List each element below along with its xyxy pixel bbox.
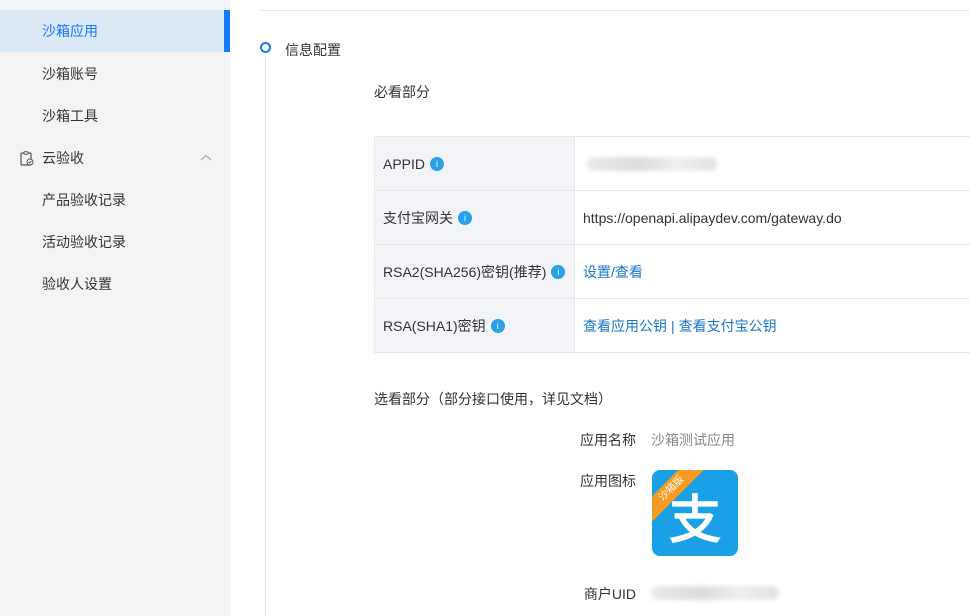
link-separator: | [671,317,675,334]
timeline-dot [260,42,271,53]
rsa2-settings-link[interactable]: 设置/查看 [583,262,643,282]
key-label: RSA2(SHA256)密钥(推荐) [383,263,547,280]
sidebar-item-label: 活动验收记录 [42,234,126,250]
sidebar-item-acceptor-settings[interactable]: 验收人设置 [0,263,230,305]
sidebar-item-activity-acceptance[interactable]: 活动验收记录 [0,221,230,263]
sidebar-item-product-acceptance[interactable]: 产品验收记录 [0,179,230,221]
key-label: APPID [383,155,426,172]
sidebar-item-label: 沙箱账号 [42,66,98,82]
info-icon[interactable]: i [551,264,566,279]
view-app-public-key-link[interactable]: 查看应用公钥 [583,316,667,336]
row-key: APPID i [375,137,575,190]
appid-value [575,137,970,190]
info-icon[interactable]: i [458,210,472,225]
rsa-value: 查看应用公钥 | 查看支付宝公钥 [575,299,970,352]
redacted-appid [587,156,717,171]
app-icon: 支 沙箱版 [652,470,738,556]
sidebar-group-label: 云验收 [42,150,84,166]
sidebar-item-sandbox-app[interactable]: 沙箱应用 [0,10,230,52]
required-section-title: 必看部分 [374,84,430,100]
sidebar: 沙箱应用 沙箱账号 沙箱工具 云验收 产品验收记录 活动验收记录 验收人设置 [0,0,230,616]
sidebar-item-sandbox-tools[interactable]: 沙箱工具 [0,95,230,137]
sidebar-item-label: 沙箱应用 [42,23,98,39]
section-title: 信息配置 [285,42,341,58]
sidebar-group-cloud-acceptance[interactable]: 云验收 [0,137,230,179]
main-content: 信息配置 必看部分 APPID i 支付宝网关 i https://openap… [230,0,970,616]
svg-text:支: 支 [669,491,721,551]
merchant-uid-value [651,586,779,603]
config-table: APPID i 支付宝网关 i https://openapi.alipayde… [374,136,970,353]
table-row: RSA(SHA1)密钥 i 查看应用公钥 | 查看支付宝公钥 [375,299,970,353]
table-row: 支付宝网关 i https://openapi.alipaydev.com/ga… [375,191,970,245]
row-key: 支付宝网关 i [375,191,575,244]
app-icon-label: 应用图标 [580,473,636,489]
chevron-up-icon[interactable] [200,153,212,163]
row-key: RSA(SHA1)密钥 i [375,299,575,352]
gateway-value: https://openapi.alipaydev.com/gateway.do [583,209,842,226]
sidebar-item-label: 产品验收记录 [42,192,126,208]
key-label: 支付宝网关 [383,209,453,226]
table-row: RSA2(SHA256)密钥(推荐) i 设置/查看 [375,245,970,299]
clipboard-check-icon [20,151,34,166]
merchant-uid-label: 商户UID [583,586,636,602]
key-label: RSA(SHA1)密钥 [383,317,486,334]
app-name-label: 应用名称 [580,432,636,448]
info-icon[interactable]: i [430,156,445,171]
view-alipay-public-key-link[interactable]: 查看支付宝公钥 [679,316,777,336]
divider [260,10,970,11]
timeline-line [265,56,266,616]
optional-section-title: 选看部分（部分接口使用，详见文档） [374,391,612,407]
redacted-uid [651,586,779,600]
info-icon[interactable]: i [490,318,505,333]
row-key: RSA2(SHA256)密钥(推荐) i [375,245,575,298]
sidebar-item-label: 沙箱工具 [42,108,98,124]
rsa2-value: 设置/查看 [575,245,970,298]
sidebar-item-label: 验收人设置 [42,276,112,292]
sidebar-item-sandbox-account[interactable]: 沙箱账号 [0,53,230,95]
app-name-value: 沙箱测试应用 [651,432,735,448]
table-row: APPID i [375,137,970,191]
